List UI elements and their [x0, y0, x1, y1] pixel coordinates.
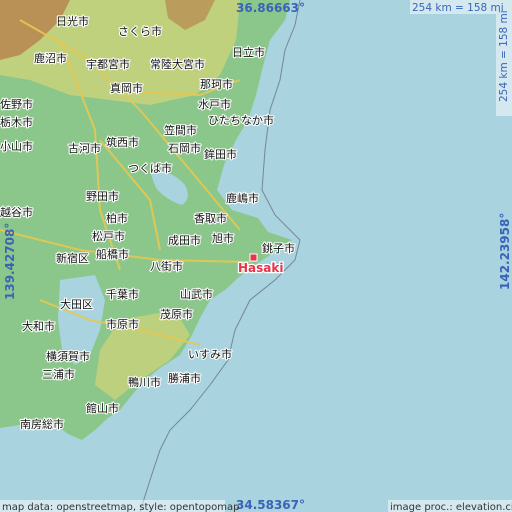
city-label: つくば市 [128, 161, 172, 175]
scale-vertical: 254 km = 158 mi [498, 10, 510, 102]
city-label: 水戸市 [198, 97, 231, 111]
city-label: 茂原市 [160, 307, 193, 321]
location-label: Hasaki [238, 261, 283, 275]
credit-right: image proc.: elevation.city [390, 502, 512, 512]
location-marker [249, 253, 258, 262]
city-label: 真岡市 [110, 81, 143, 95]
city-label: 松戸市 [92, 229, 125, 243]
east-coordinate: 142.23958° [498, 213, 512, 290]
city-label: 筑西市 [106, 135, 139, 149]
city-label: 古河市 [68, 141, 101, 155]
city-label: 鉾田市 [204, 147, 237, 161]
city-label: 石岡市 [168, 141, 201, 155]
scale-horizontal: 254 km = 158 mi [412, 2, 504, 14]
city-label: 鹿沼市 [34, 51, 67, 65]
city-label: さくら市 [118, 24, 162, 38]
city-label: 香取市 [194, 211, 227, 225]
city-label: 成田市 [168, 233, 201, 247]
city-label: 日光市 [56, 14, 89, 28]
city-label: ひたちなか市 [208, 113, 274, 127]
city-label: 山武市 [180, 287, 213, 301]
city-label: 野田市 [86, 189, 119, 203]
city-label: 越谷市 [0, 205, 33, 219]
city-label: 那珂市 [200, 77, 233, 91]
city-label: 船橋市 [96, 247, 129, 261]
credit-left: map data: openstreetmap, style: opentopo… [2, 502, 239, 512]
city-label: 大田区 [60, 297, 93, 311]
city-label: 銚子市 [262, 241, 295, 255]
west-coordinate: 139.42708° [3, 223, 17, 300]
south-coordinate: 34.58367° [236, 498, 305, 512]
city-label: 常陸大宮市 [150, 57, 205, 71]
city-label: 柏市 [106, 211, 128, 225]
city-label: 勝浦市 [168, 371, 201, 385]
city-label: 日立市 [232, 45, 265, 59]
city-label: 小山市 [0, 139, 33, 153]
city-label: 鹿嶋市 [226, 191, 259, 205]
city-label: 市原市 [106, 317, 139, 331]
city-label: 佐野市 [0, 97, 33, 111]
city-label: 宇都宮市 [86, 57, 130, 71]
north-coordinate: 36.86663° [236, 1, 305, 15]
city-label: 大和市 [22, 319, 55, 333]
city-label: いすみ市 [188, 347, 232, 361]
city-label: 横須賀市 [46, 349, 90, 363]
city-label: 新宿区 [56, 251, 89, 265]
city-label: 三浦市 [42, 367, 75, 381]
topographic-map: 日光市 さくら市 日立市 鹿沼市 宇都宮市 常陸大宮市 那珂市 真岡市 水戸市 … [0, 0, 512, 512]
city-label: 鴨川市 [128, 375, 161, 389]
city-label: 笠間市 [164, 123, 197, 137]
city-label: 南房総市 [20, 417, 64, 431]
city-label: 栃木市 [0, 115, 33, 129]
city-label: 旭市 [212, 231, 234, 245]
city-label: 千葉市 [106, 287, 139, 301]
city-label: 八街市 [150, 259, 183, 273]
city-label: 館山市 [86, 401, 119, 415]
